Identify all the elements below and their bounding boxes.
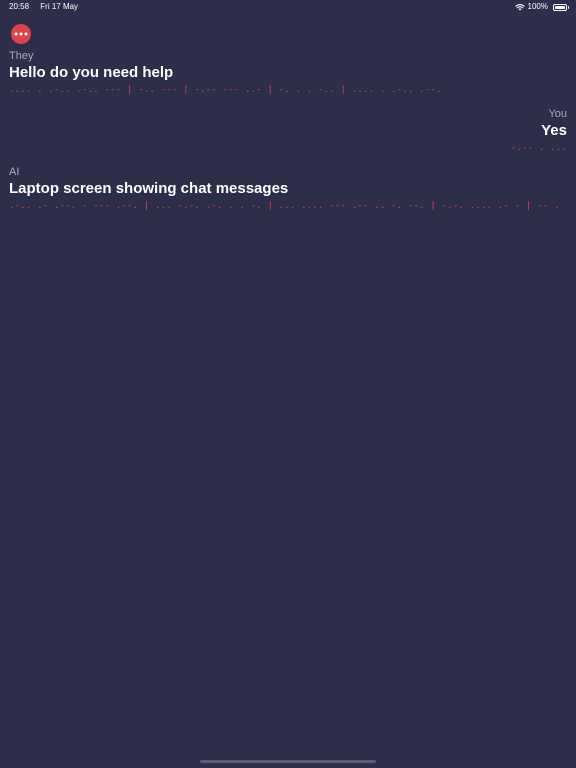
message-morse: .-.. .- .--. - --- .--. | ... -.-. .-. .… bbox=[9, 201, 567, 211]
more-button[interactable] bbox=[11, 24, 31, 44]
message-morse: -.-- . ... bbox=[510, 143, 567, 153]
more-icon bbox=[14, 32, 28, 36]
message-text: Hello do you need help bbox=[9, 64, 174, 81]
status-time: 20:58 bbox=[9, 2, 30, 11]
message-ai: AI Laptop screen showing chat messages .… bbox=[9, 166, 567, 213]
message-speaker: AI bbox=[9, 166, 20, 178]
battery-icon bbox=[553, 3, 569, 11]
message-you: You Yes -.-- . ... bbox=[9, 108, 567, 155]
battery-percent: 100% bbox=[527, 2, 548, 11]
status-right: 100% bbox=[514, 0, 569, 14]
message-morse: .... . .-.. .-.. --- | -.. --- | -.-- --… bbox=[9, 85, 442, 95]
message-speaker: You bbox=[548, 108, 567, 120]
message-text: Laptop screen showing chat messages bbox=[9, 180, 289, 197]
status-date: Fri 17 May bbox=[40, 2, 79, 11]
status-bar: 20:58 Fri 17 May 100% bbox=[0, 0, 576, 14]
wifi-icon bbox=[514, 4, 525, 11]
message-they: They Hello do you need help .... . .-.. … bbox=[9, 50, 567, 97]
message-text: Yes bbox=[541, 122, 567, 139]
message-speaker: They bbox=[9, 50, 34, 62]
status-left: 20:58 Fri 17 May bbox=[9, 0, 78, 14]
home-indicator[interactable] bbox=[200, 760, 376, 763]
